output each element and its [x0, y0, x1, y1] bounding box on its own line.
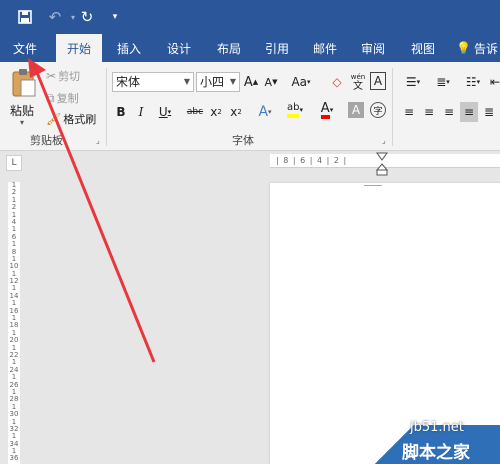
- watermark-brand: 脚本之家: [402, 443, 470, 463]
- watermark-site: jb51.net: [410, 420, 464, 435]
- annotation-arrow: [28, 58, 156, 363]
